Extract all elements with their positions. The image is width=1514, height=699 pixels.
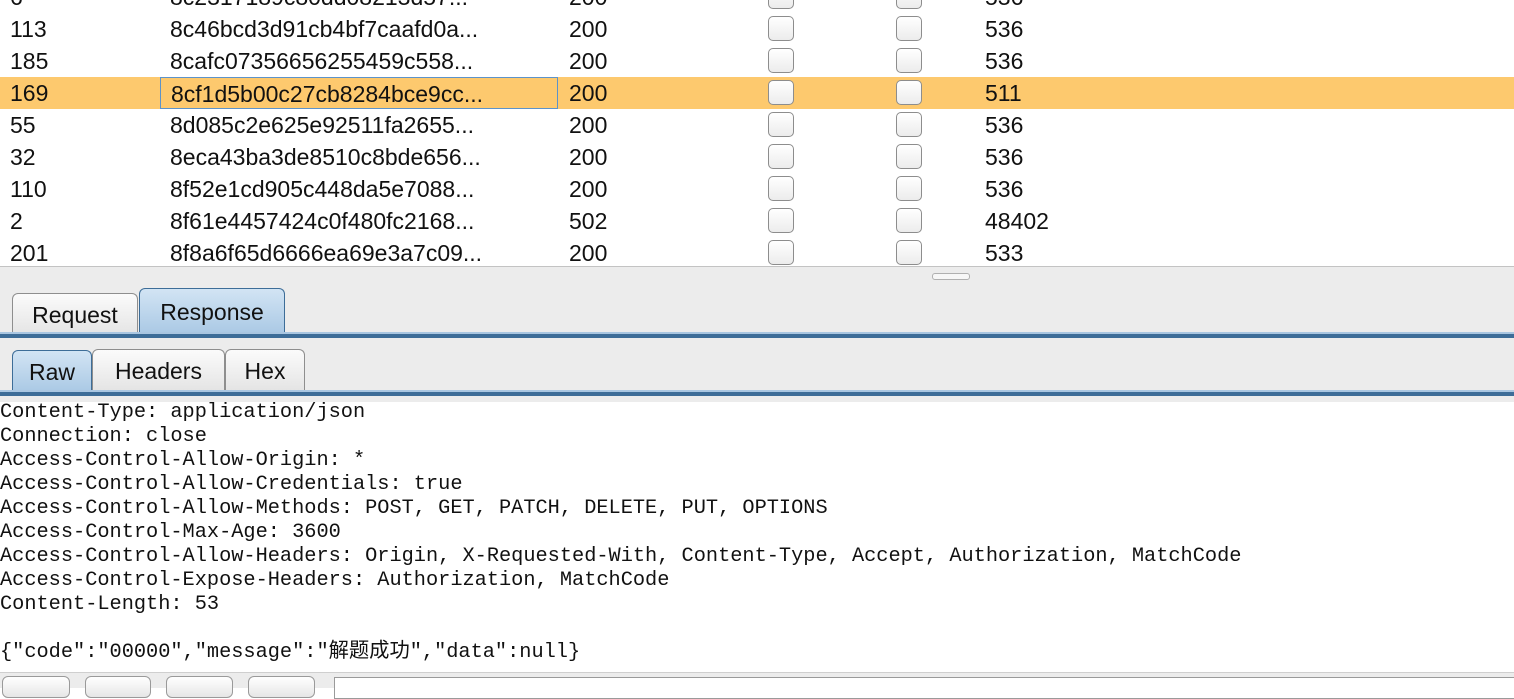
table-row[interactable]: 185 8cafc07356656255459c558... 200 536	[0, 45, 1514, 77]
request-number: 110	[10, 176, 47, 202]
response-line: Access-Control-Allow-Headers: Origin, X-…	[0, 545, 1242, 568]
table-row[interactable]: 32 8eca43ba3de8510c8bde656... 200 536	[0, 141, 1514, 173]
response-line: Access-Control-Expose-Headers: Authoriza…	[0, 569, 670, 592]
search-input[interactable]	[334, 677, 1514, 699]
timeout-checkbox[interactable]	[896, 240, 922, 265]
error-checkbox[interactable]	[768, 48, 794, 73]
timeout-checkbox[interactable]	[896, 48, 922, 73]
response-line: Access-Control-Allow-Origin: *	[0, 449, 366, 472]
table-row[interactable]: 113 8c46bcd3d91cb4bf7caafd0a... 200 536	[0, 13, 1514, 45]
timeout-checkbox[interactable]	[896, 176, 922, 201]
tab-hex[interactable]: Hex	[225, 349, 305, 391]
table-row[interactable]: 201 8f8a6f65d6666ea69e3a7c09... 200 533	[0, 237, 1514, 266]
length-cell: 536	[985, 16, 1024, 42]
previous-button[interactable]	[85, 676, 151, 698]
error-checkbox[interactable]	[768, 0, 794, 9]
length-cell: 536	[985, 144, 1024, 170]
error-checkbox[interactable]	[768, 80, 794, 105]
request-number: 201	[10, 240, 49, 266]
timeout-checkbox[interactable]	[896, 80, 922, 105]
table-row[interactable]: 2 8f61e4457424c0f480fc2168... 502 48402	[0, 205, 1514, 237]
timeout-checkbox[interactable]	[896, 144, 922, 169]
pane-splitter[interactable]	[0, 266, 1514, 284]
length-cell: 536	[985, 48, 1024, 74]
response-line: Content-Length: 53	[0, 593, 220, 616]
error-checkbox[interactable]	[768, 144, 794, 169]
payload-cell[interactable]: 8f61e4457424c0f480fc2168...	[160, 205, 558, 237]
payload-cell[interactable]: 8eca43ba3de8510c8bde656...	[160, 141, 558, 173]
timeout-checkbox[interactable]	[896, 0, 922, 9]
error-checkbox[interactable]	[768, 208, 794, 233]
status-cell: 200	[569, 48, 608, 74]
timeout-checkbox[interactable]	[896, 208, 922, 233]
table-row[interactable]: 110 8f52e1cd905c448da5e7088... 200 536	[0, 173, 1514, 205]
response-line: {"code":"00000","message":"解题成功","data":…	[0, 641, 581, 664]
request-number: 55	[10, 112, 36, 138]
request-number: 169	[10, 80, 49, 106]
table-row[interactable]: 55 8d085c2e625e92511fa2655... 200 536	[0, 109, 1514, 141]
error-checkbox[interactable]	[768, 240, 794, 265]
length-cell: 533	[985, 240, 1024, 266]
payload-cell[interactable]: 8cf1d5b00c27cb8284bce9cc...	[160, 77, 558, 109]
error-checkbox[interactable]	[768, 112, 794, 137]
error-checkbox[interactable]	[768, 16, 794, 41]
payload-cell[interactable]: 8cafc07356656255459c558...	[160, 45, 558, 77]
status-cell: 200	[569, 176, 608, 202]
table-row[interactable]: 6 8c2317189c80dd08213d57... 200 536	[0, 0, 1514, 13]
response-line: Access-Control-Allow-Methods: POST, GET,…	[0, 497, 828, 520]
message-tabs: Request Response	[0, 284, 1514, 338]
length-cell: 536	[985, 176, 1024, 202]
status-cell: 200	[569, 144, 608, 170]
status-cell: 502	[569, 208, 608, 234]
raw-response-editor[interactable]: Content-Type: application/json Connection…	[0, 401, 1514, 672]
payload-cell[interactable]: 8d085c2e625e92511fa2655...	[160, 109, 558, 141]
tab-response[interactable]: Response	[139, 288, 285, 335]
view-tabs: Raw Headers Hex	[0, 338, 1514, 402]
request-number: 6	[10, 0, 150, 13]
status-cell: 200	[569, 0, 719, 13]
results-table[interactable]: 6 8c2317189c80dd08213d57... 200 536 113 8c46b…	[0, 0, 1514, 266]
search-toolbar	[0, 672, 1514, 699]
status-cell: 200	[569, 16, 608, 42]
length-cell: 511	[985, 80, 1022, 106]
payload-cell[interactable]: 8f8a6f65d6666ea69e3a7c09...	[160, 237, 558, 266]
help-button[interactable]	[2, 676, 70, 698]
status-cell: 200	[569, 240, 608, 266]
table-row[interactable]: 169 8cf1d5b00c27cb8284bce9cc... 200 511	[0, 77, 1514, 109]
length-cell: 48402	[985, 208, 1049, 234]
response-line: Access-Control-Max-Age: 3600	[0, 521, 341, 544]
tab-request[interactable]: Request	[12, 293, 138, 335]
request-number: 2	[10, 208, 23, 234]
tab-headers[interactable]: Headers	[92, 349, 225, 391]
next-button[interactable]	[248, 676, 315, 698]
request-number: 32	[10, 144, 36, 170]
timeout-checkbox[interactable]	[896, 16, 922, 41]
response-line: Connection: close	[0, 425, 207, 448]
length-cell: 536	[985, 0, 1185, 13]
timeout-checkbox[interactable]	[896, 112, 922, 137]
add-button[interactable]	[166, 676, 233, 698]
length-cell: 536	[985, 112, 1024, 138]
request-number: 113	[10, 16, 47, 42]
request-number: 185	[10, 48, 49, 74]
payload-cell[interactable]: 8c46bcd3d91cb4bf7caafd0a...	[160, 13, 558, 45]
payload-cell[interactable]: 8c2317189c80dd08213d57...	[160, 0, 558, 13]
payload-cell[interactable]: 8f52e1cd905c448da5e7088...	[160, 173, 558, 205]
splitter-grip-icon[interactable]	[932, 273, 970, 280]
response-line: Access-Control-Allow-Credentials: true	[0, 473, 463, 496]
status-cell: 200	[569, 80, 608, 106]
status-cell: 200	[569, 112, 608, 138]
response-line: Content-Type: application/json	[0, 401, 366, 424]
tab-divider	[0, 390, 1514, 396]
tab-raw[interactable]: Raw	[12, 350, 92, 393]
error-checkbox[interactable]	[768, 176, 794, 201]
